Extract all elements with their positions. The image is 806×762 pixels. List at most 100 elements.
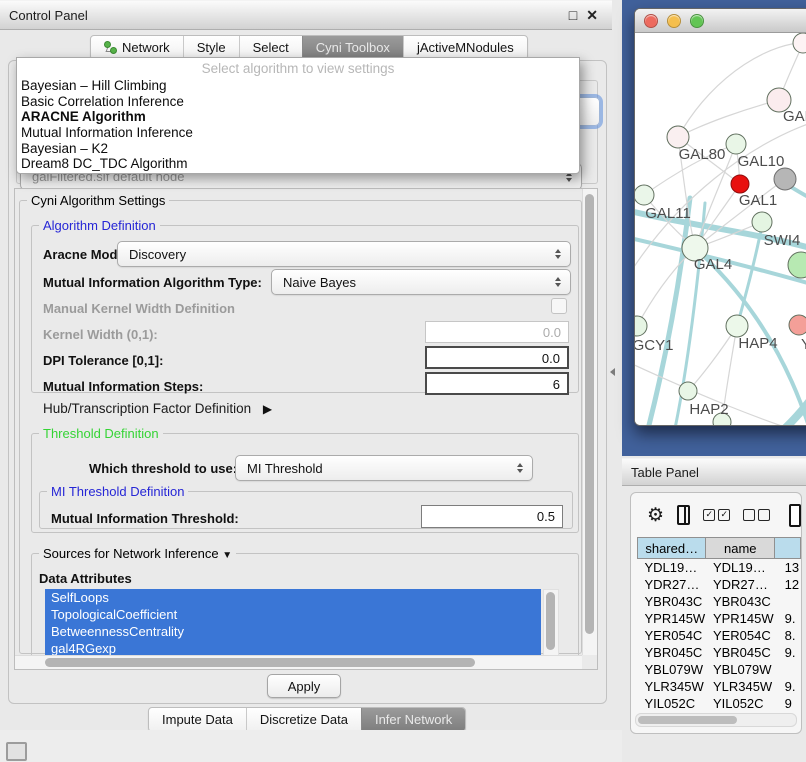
network-node[interactable] — [788, 252, 806, 278]
table-cell[interactable]: YBR045C — [638, 644, 706, 661]
deselect-all-icon[interactable] — [743, 509, 770, 521]
table-cell[interactable]: YIL052C — [638, 695, 706, 712]
which-threshold-combo[interactable]: MI Threshold — [235, 455, 533, 481]
table-cell[interactable]: YBR043C — [638, 593, 706, 610]
table-cell[interactable]: YDL19… — [706, 559, 775, 577]
splitter-collapse-icon[interactable] — [610, 368, 615, 376]
popup-item-mutual-information[interactable]: Mutual Information Inference — [17, 125, 579, 141]
column-header-clipped[interactable] — [775, 538, 801, 559]
tab-select[interactable]: Select — [239, 36, 302, 59]
table-cell[interactable]: YLR345W — [706, 678, 775, 695]
tab-impute-data[interactable]: Impute Data — [149, 708, 246, 731]
tab-jactivemnodules[interactable]: jActiveMNodules — [403, 36, 527, 59]
network-node[interactable] — [635, 316, 647, 336]
settings-horizontal-scrollbar[interactable] — [15, 655, 582, 669]
mi-algorithm-type-combo[interactable]: Naive Bayes — [271, 269, 571, 295]
apply-button[interactable]: Apply — [267, 674, 341, 698]
table-row[interactable]: YDL19…YDL19…13 — [638, 559, 801, 577]
manual-kernel-width-checkbox[interactable] — [551, 298, 567, 314]
gear-icon[interactable]: ⚙ — [647, 506, 664, 525]
table-cell[interactable]: YBR045C — [706, 644, 775, 661]
column-view-icon[interactable] — [677, 505, 690, 525]
table-row[interactable]: YDR27…YDR27…12 — [638, 576, 801, 593]
table-cell[interactable]: YLR345W — [638, 678, 706, 695]
tab-discretize-data[interactable]: Discretize Data — [246, 708, 361, 731]
table-cell[interactable]: 12 — [775, 576, 801, 593]
column-header-name[interactable]: name — [706, 538, 775, 559]
network-node[interactable] — [726, 134, 746, 154]
dpi-tolerance-field[interactable]: 0.0 — [425, 346, 569, 369]
table-cell[interactable]: YBL079W — [638, 661, 706, 678]
minimize-traffic-light[interactable] — [667, 14, 681, 28]
float-panel-icon[interactable]: □ — [569, 7, 577, 24]
kernel-width-field[interactable]: 0.0 — [425, 321, 569, 343]
aracne-mode-combo[interactable]: Discovery — [117, 241, 571, 267]
list-item[interactable]: SelfLoops — [45, 589, 541, 606]
popup-item-aracne[interactable]: ARACNE Algorithm — [17, 109, 579, 125]
table-cell[interactable] — [775, 593, 801, 610]
network-node[interactable] — [679, 382, 697, 400]
close-traffic-light[interactable] — [644, 14, 658, 28]
table-row[interactable]: YBR045CYBR045C9. — [638, 644, 801, 661]
list-item[interactable]: BetweennessCentrality — [45, 623, 541, 640]
table-cell[interactable]: YPR145W — [638, 610, 706, 627]
table-cell[interactable]: 13 — [775, 559, 801, 577]
tab-style[interactable]: Style — [183, 36, 239, 59]
table-cell[interactable]: YBR043C — [706, 593, 775, 610]
tab-infer-network[interactable]: Infer Network — [361, 708, 465, 731]
network-node[interactable] — [726, 315, 748, 337]
table-cell[interactable]: YER054C — [638, 627, 706, 644]
column-header-shared-name[interactable]: shared… — [638, 538, 706, 559]
minimized-panel-icon[interactable] — [6, 742, 27, 761]
popup-item-bayesian-hill-climbing[interactable]: Bayesian – Hill Climbing — [17, 78, 579, 94]
table-row[interactable]: YIL052CYIL052C9 — [638, 695, 801, 712]
network-node[interactable] — [774, 168, 796, 190]
table-cell[interactable]: YDR27… — [706, 576, 775, 593]
table-cell[interactable]: YIL052C — [706, 695, 775, 712]
popup-item-bayesian-k2[interactable]: Bayesian – K2 — [17, 141, 579, 157]
network-node[interactable] — [793, 33, 806, 53]
table-cell[interactable]: YPR145W — [706, 610, 775, 627]
table-cell[interactable]: 9. — [775, 644, 801, 661]
network-node[interactable] — [635, 185, 654, 205]
mi-threshold-field[interactable]: 0.5 — [421, 505, 563, 528]
tab-cyni-toolbox[interactable]: Cyni Toolbox — [302, 36, 403, 59]
table-cell[interactable] — [775, 661, 801, 678]
table-cell[interactable]: YDL19… — [638, 559, 706, 577]
table-cell[interactable]: 9. — [775, 610, 801, 627]
list-item[interactable]: gal4RGexp — [45, 640, 541, 655]
table-cell[interactable]: YER054C — [706, 627, 775, 644]
node-label: GCY1 — [635, 337, 673, 354]
mi-steps-field[interactable]: 6 — [425, 372, 569, 395]
sources-title[interactable]: Sources for Network Inference ▼ — [39, 546, 236, 561]
table-row[interactable]: YBL079WYBL079W — [638, 661, 801, 678]
select-all-icon[interactable]: ✓✓ — [703, 509, 730, 521]
data-attributes-list[interactable]: SelfLoops TopologicalCoefficient Between… — [45, 589, 541, 655]
list-item[interactable]: TopologicalCoefficient — [45, 606, 541, 623]
popup-item-basic-correlation[interactable]: Basic Correlation Inference — [17, 94, 579, 110]
list-vertical-scrollbar[interactable] — [543, 589, 559, 657]
table-cell[interactable]: YBL079W — [706, 661, 775, 678]
network-node[interactable] — [752, 212, 772, 232]
table-cell[interactable]: 9. — [775, 678, 801, 695]
table-row[interactable]: YLR345WYLR345W9. — [638, 678, 801, 695]
network-canvas[interactable]: GALGAL80GAL10GAL1GAL11SWI4GAL4GCY1HAP4YH… — [635, 33, 806, 426]
settings-vertical-scrollbar[interactable] — [582, 189, 597, 655]
document-icon[interactable] — [789, 504, 801, 527]
table-row[interactable]: YPR145WYPR145W9. — [638, 610, 801, 627]
popup-item-dream8[interactable]: Dream8 DC_TDC Algorithm — [17, 156, 579, 172]
network-node[interactable] — [789, 315, 806, 335]
tab-network[interactable]: Network — [91, 36, 183, 59]
network-node[interactable] — [667, 126, 689, 148]
network-node[interactable] — [731, 175, 749, 193]
zoom-traffic-light[interactable] — [690, 14, 704, 28]
table-cell[interactable]: YDR27… — [638, 576, 706, 593]
table-horizontal-scrollbar[interactable] — [635, 713, 797, 727]
table-cell[interactable]: 9 — [775, 695, 801, 712]
table-row[interactable]: YBR043CYBR043C — [638, 593, 801, 610]
table-cell[interactable]: 8. — [775, 627, 801, 644]
network-window-titlebar — [635, 9, 806, 33]
close-panel-icon[interactable]: ✕ — [586, 7, 598, 24]
hub-definition-expander[interactable]: Hub/Transcription Factor Definition ▶ — [43, 401, 272, 416]
table-row[interactable]: YER054CYER054C8. — [638, 627, 801, 644]
